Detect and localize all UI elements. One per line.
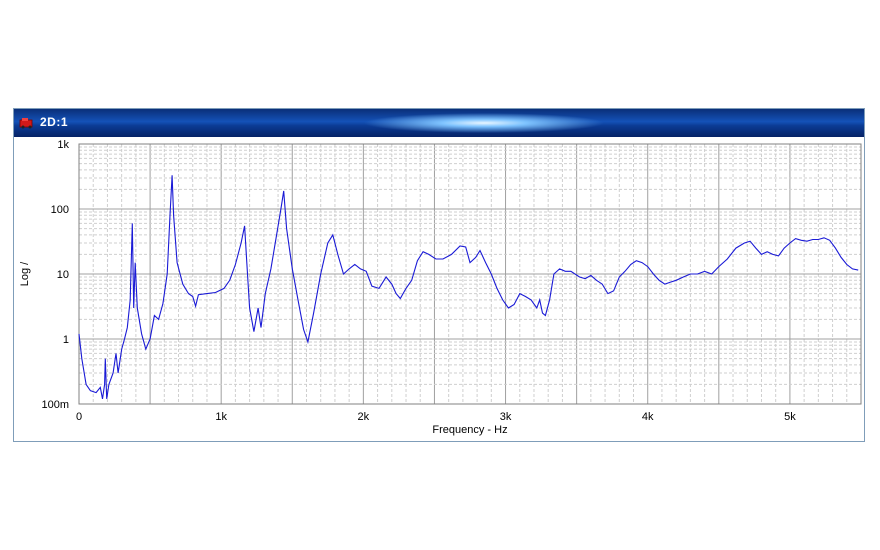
y-tick-label: 100 xyxy=(51,204,69,216)
x-tick-label: 0 xyxy=(76,411,82,423)
plot-grid xyxy=(78,144,862,405)
y-tick-label: 100m xyxy=(41,399,69,411)
y-tick-labels: 100m 1 10 100 1k xyxy=(41,139,69,411)
chart-window: 2D:1 100m 1 10 100 1k 0 1k 2k 3k 4k 5k Frequency … xyxy=(13,108,865,442)
x-tick-labels: 0 1k 2k 3k 4k 5k xyxy=(76,411,796,423)
x-tick-label: 2k xyxy=(358,411,370,423)
y-tick-label: 10 xyxy=(57,269,69,281)
y-tick-label: 1k xyxy=(57,139,69,151)
x-axis-label: Frequency - Hz xyxy=(432,424,507,436)
frequency-response-plot[interactable]: 100m1101001k 0 1k 2k 3k 4k 5k Frequency - Hz … xyxy=(14,109,864,441)
y-tick-label: 1 xyxy=(63,334,69,346)
x-tick-label: 5k xyxy=(784,411,796,423)
y-axis-label: Log / xyxy=(19,261,31,286)
x-tick-label: 3k xyxy=(500,411,512,423)
x-tick-label: 4k xyxy=(642,411,654,423)
x-tick-label: 1k xyxy=(215,411,227,423)
